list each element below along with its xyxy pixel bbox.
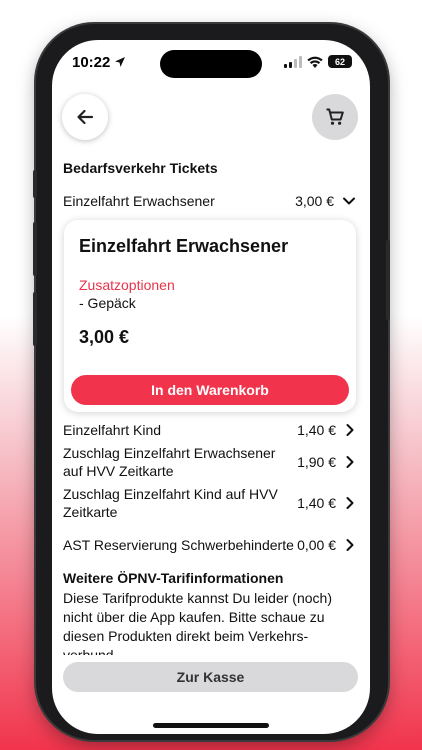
battery-icon: 62 (328, 55, 352, 68)
ticket-label: Zuschlag Einzelfahrt Erwachsener auf HVV… (63, 445, 276, 479)
status-indicators: 62 (284, 55, 352, 68)
info-text: Diese Tarifprodukte kannst Du leider (no… (63, 590, 332, 655)
action-button (33, 170, 37, 198)
add-to-cart-button[interactable]: In den Warenkorb (71, 375, 349, 405)
status-time: 10:22 (72, 54, 111, 71)
chevron-right-icon (346, 424, 354, 436)
ticket-row-ast-reservierung[interactable]: AST Reservierung Schwerbehinderte 0,00 € (63, 527, 356, 563)
chevron-right-icon (346, 497, 354, 509)
card-title: Einzelfahrt Erwachsener (79, 236, 289, 256)
app-screen: 10:22 62 Bedarfsverkehr Tickets Einzelfa… (52, 40, 370, 734)
ticket-price: 3,00 € (295, 193, 334, 209)
ticket-row-einzelfahrt-erwachsener[interactable]: Einzelfahrt Erwachsener 3,00 € (63, 192, 356, 210)
ticket-label: Einzelfahrt Erwachsener (63, 193, 215, 209)
chevron-right-icon (346, 539, 354, 551)
ticket-label: Einzelfahrt Kind (63, 422, 162, 438)
shopping-cart-icon (326, 108, 344, 125)
checkout-button[interactable]: Zur Kasse (63, 662, 358, 692)
option-item: - Gepäck (79, 295, 136, 311)
power-button (386, 240, 390, 320)
chevron-right-icon (346, 456, 354, 468)
home-indicator (153, 723, 269, 728)
options-title: Zusatzoptionen (79, 277, 175, 293)
ticket-price: 0,00 € (297, 537, 336, 553)
volume-down-button (33, 292, 37, 346)
wifi-icon (307, 56, 323, 68)
ticket-price: 1,90 € (297, 454, 336, 470)
info-title: Weitere ÖPNV-Tarifinformationen (63, 570, 284, 586)
ticket-label: AST Reservierung Schwerbehinderte (63, 537, 294, 553)
cart-button[interactable] (312, 94, 358, 140)
ticket-price: 1,40 € (297, 495, 336, 511)
dynamic-island (160, 50, 262, 78)
ticket-row-zuschlag-erwachsener[interactable]: Zuschlag Einzelfahrt Erwachsener auf HVV… (63, 444, 356, 480)
arrow-left-icon (77, 109, 94, 125)
location-arrow-icon (115, 57, 125, 67)
chevron-down-icon (343, 197, 355, 205)
card-price: 3,00 € (79, 327, 130, 347)
ticket-price: 1,40 € (297, 422, 336, 438)
ticket-row-einzelfahrt-kind[interactable]: Einzelfahrt Kind 1,40 € (63, 421, 356, 439)
ticket-detail-card: Einzelfahrt Erwachsener Zusatzoptionen -… (64, 220, 356, 412)
ticket-label: Zuschlag Einzelfahrt Kind auf HVV Zeitka… (63, 486, 278, 520)
section-title: Bedarfsverkehr Tickets (63, 160, 218, 176)
back-button[interactable] (62, 94, 108, 140)
ticket-row-zuschlag-kind[interactable]: Zuschlag Einzelfahrt Kind auf HVV Zeitka… (63, 485, 356, 521)
volume-up-button (33, 222, 37, 276)
cellular-signal-icon (284, 55, 302, 68)
